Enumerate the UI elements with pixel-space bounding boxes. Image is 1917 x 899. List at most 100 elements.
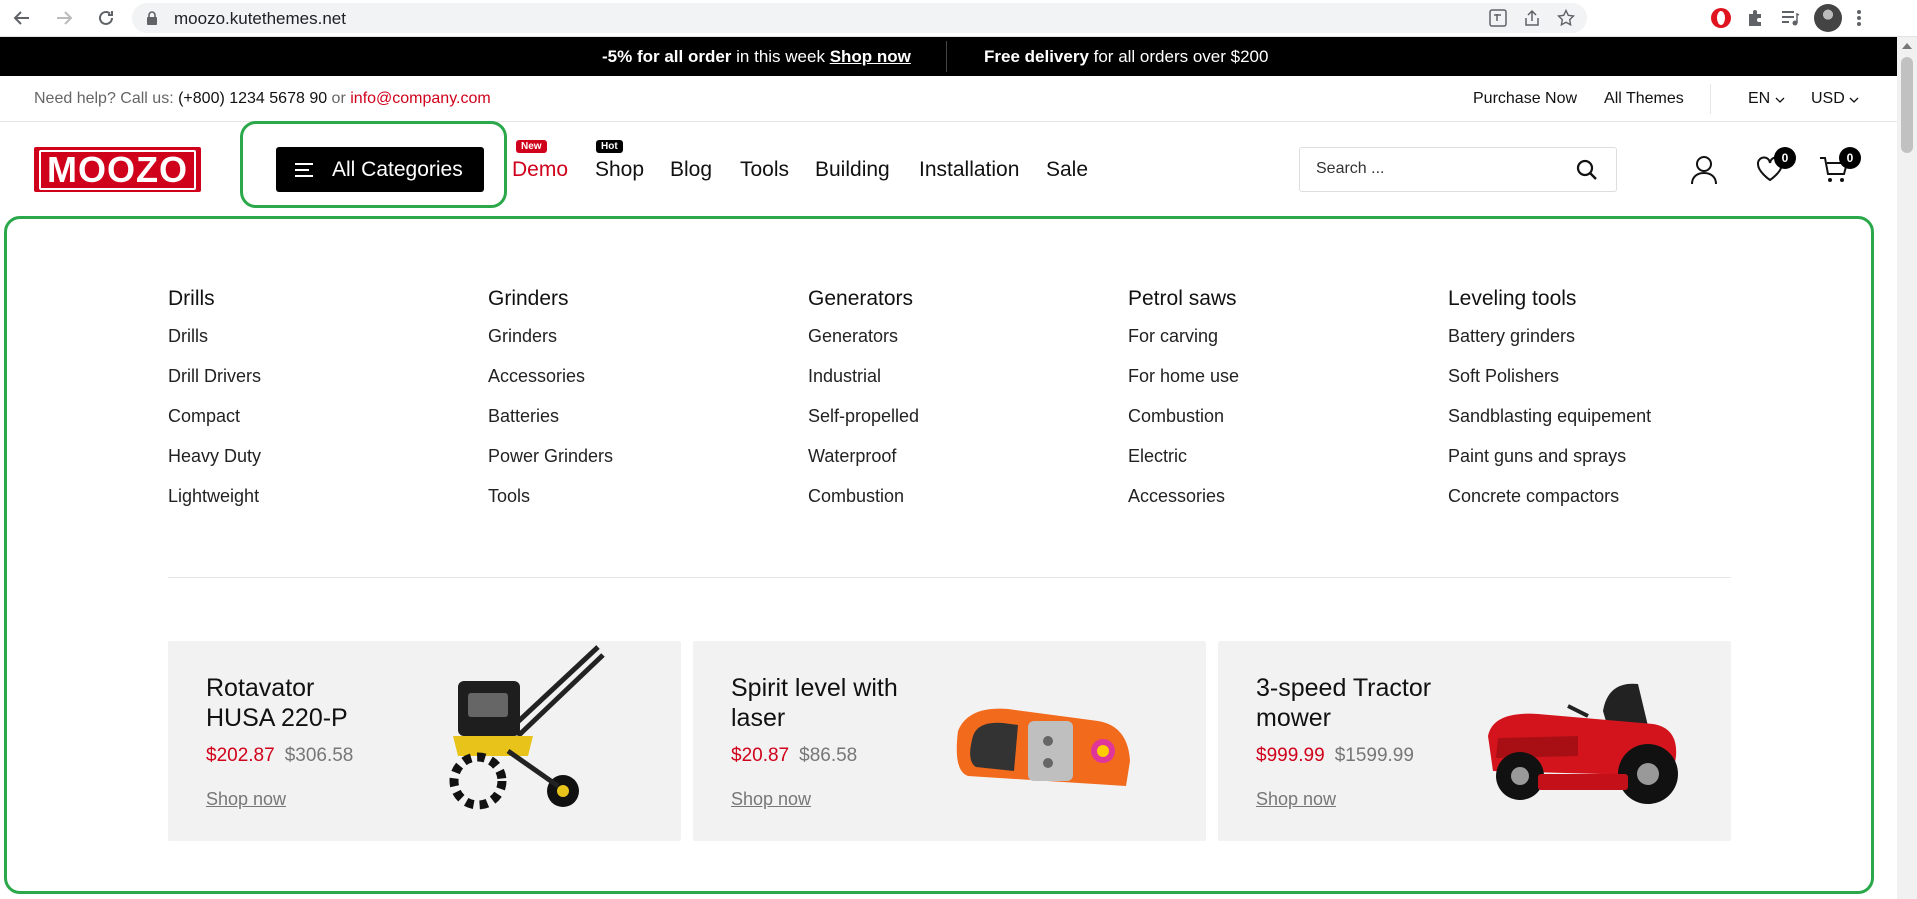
bookmark-star-icon[interactable] — [1557, 9, 1575, 27]
column-title[interactable]: Drills — [168, 287, 261, 311]
language-selector[interactable]: EN — [1748, 90, 1785, 108]
menu-link[interactable]: Heavy Duty — [168, 445, 261, 485]
column-title[interactable]: Leveling tools — [1448, 287, 1651, 311]
shop-now-link[interactable]: Shop now — [1256, 789, 1336, 810]
menu-link[interactable]: Self-propelled — [808, 405, 919, 445]
nav-label: Building — [815, 158, 890, 181]
help-email-link[interactable]: info@company.com — [350, 90, 490, 107]
menu-link[interactable]: Generators — [808, 325, 919, 365]
media-queue-icon[interactable] — [1780, 8, 1800, 28]
column-title[interactable]: Grinders — [488, 287, 613, 311]
purchase-now-link[interactable]: Purchase Now — [1473, 90, 1577, 108]
help-contact: Need help? Call us: (+800) 1234 5678 90 … — [34, 90, 491, 108]
extensions-puzzle-icon[interactable] — [1746, 8, 1766, 28]
menu-link[interactable]: Compact — [168, 405, 261, 445]
menu-link[interactable]: Soft Polishers — [1448, 365, 1651, 405]
promo-divider — [946, 41, 947, 72]
product-title[interactable]: Rotavator HUSA 220-P — [206, 673, 386, 733]
sale-price: $202.87 — [206, 745, 275, 766]
scroll-up-arrow-icon[interactable] — [1902, 43, 1912, 49]
column-title[interactable]: Generators — [808, 287, 919, 311]
address-bar[interactable]: moozo.kutethemes.net — [132, 3, 1587, 33]
search-icon[interactable] — [1576, 159, 1598, 181]
nav-item-demo[interactable]: New Demo — [512, 140, 568, 182]
menu-column-drills: Drills Drills Drill Drivers Compact Heav… — [168, 287, 261, 525]
menu-link[interactable]: Paint guns and sprays — [1448, 445, 1651, 485]
shop-now-link[interactable]: Shop now — [731, 789, 811, 810]
reload-icon[interactable] — [92, 4, 120, 32]
categories-mega-menu: Drills Drills Drill Drivers Compact Heav… — [4, 216, 1874, 894]
product-card-tractor-mower[interactable]: 3-speed Tractor mower $999.99 $1599.99 Sh… — [1218, 641, 1731, 841]
product-title[interactable]: Spirit level with laser — [731, 673, 911, 733]
product-title[interactable]: 3-speed Tractor mower — [1256, 673, 1436, 733]
all-categories-label: All Categories — [332, 157, 463, 181]
site-logo[interactable]: MOOZO — [34, 147, 201, 192]
scrollbar-thumb[interactable] — [1901, 57, 1913, 153]
menu-link[interactable]: Combustion — [1128, 405, 1239, 445]
nav-item-sale[interactable]: Sale — [1046, 158, 1088, 182]
nav-label: Shop — [595, 158, 645, 181]
page-scrollbar[interactable] — [1897, 37, 1917, 899]
rotavator-image — [449, 645, 605, 810]
promo-offer: -5% for all order in this week Shop now — [602, 47, 911, 67]
nav-item-installation[interactable]: Installation — [919, 158, 1019, 182]
promo-shop-now-link[interactable]: Shop now — [830, 47, 911, 66]
all-categories-button[interactable]: All Categories — [276, 147, 484, 192]
menu-link[interactable]: For home use — [1128, 365, 1239, 405]
wishlist-heart-icon[interactable]: 0 — [1756, 147, 1796, 188]
lock-icon — [147, 11, 157, 25]
product-card-spirit-level[interactable]: Spirit level with laser $20.87 $86.58 Sho… — [693, 641, 1206, 841]
promo-delivery-bold: Free delivery — [984, 47, 1089, 66]
column-title[interactable]: Petrol saws — [1128, 287, 1239, 311]
menu-link[interactable]: Accessories — [488, 365, 613, 405]
topbar-divider — [1710, 84, 1711, 114]
shop-now-link[interactable]: Shop now — [206, 789, 286, 810]
share-icon[interactable] — [1523, 9, 1541, 27]
nav-item-shop[interactable]: Hot Shop — [595, 140, 645, 182]
menu-link[interactable]: Combustion — [808, 485, 919, 525]
menu-link[interactable]: Waterproof — [808, 445, 919, 485]
forward-arrow-icon[interactable] — [50, 4, 78, 32]
promo-bar: -5% for all order in this week Shop now … — [0, 37, 1897, 76]
currency-selector[interactable]: USD — [1811, 90, 1859, 108]
spirit-level-image — [956, 708, 1130, 786]
menu-link[interactable]: For carving — [1128, 325, 1239, 365]
browser-toolbar: moozo.kutethemes.net — [0, 0, 1917, 37]
promo-delivery: Free delivery for all orders over $200 — [984, 47, 1268, 67]
cart-icon[interactable]: 0 — [1819, 147, 1861, 190]
nav-item-blog[interactable]: Blog — [670, 158, 712, 182]
currency-value: USD — [1811, 90, 1845, 107]
menu-link[interactable]: Lightweight — [168, 485, 261, 525]
opera-extension-icon[interactable] — [1710, 7, 1732, 29]
nav-item-tools[interactable]: Tools — [740, 158, 789, 182]
menu-link[interactable]: Drills — [168, 325, 261, 365]
wishlist-count-badge: 0 — [1774, 147, 1796, 169]
menu-link[interactable]: Power Grinders — [488, 445, 613, 485]
menu-link[interactable]: Accessories — [1128, 485, 1239, 525]
menu-link[interactable]: Industrial — [808, 365, 919, 405]
help-phone[interactable]: (+800) 1234 5678 90 — [178, 90, 327, 107]
menu-link[interactable]: Batteries — [488, 405, 613, 445]
menu-link[interactable]: Drill Drivers — [168, 365, 261, 405]
menu-link[interactable]: Sandblasting equipement — [1448, 405, 1651, 445]
old-price: $306.58 — [284, 745, 354, 766]
all-themes-link[interactable]: All Themes — [1604, 90, 1684, 108]
menu-link[interactable]: Concrete compactors — [1448, 485, 1651, 525]
menu-link[interactable]: Battery grinders — [1448, 325, 1651, 365]
translate-icon[interactable] — [1489, 9, 1507, 27]
product-card-rotavator[interactable]: Rotavator HUSA 220-P $202.87 $306.58 Shop… — [168, 641, 681, 841]
browser-menu-icon[interactable] — [1856, 8, 1862, 28]
profile-avatar[interactable] — [1814, 4, 1842, 32]
chevron-down-icon — [1849, 97, 1859, 103]
account-user-icon[interactable] — [1690, 155, 1718, 190]
menu-link[interactable]: Electric — [1128, 445, 1239, 485]
back-arrow-icon[interactable] — [8, 4, 36, 32]
menu-column-grinders: Grinders Grinders Accessories Batteries … — [488, 287, 613, 525]
menu-link[interactable]: Tools — [488, 485, 613, 525]
nav-item-building[interactable]: Building — [815, 158, 890, 182]
menu-link[interactable]: Grinders — [488, 325, 613, 365]
menu-column-petrol-saws: Petrol saws For carving For home use Com… — [1128, 287, 1239, 525]
product-price: $20.87 $86.58 — [731, 745, 857, 767]
search-input[interactable] — [1316, 160, 1566, 178]
menu-divider — [168, 577, 1731, 578]
